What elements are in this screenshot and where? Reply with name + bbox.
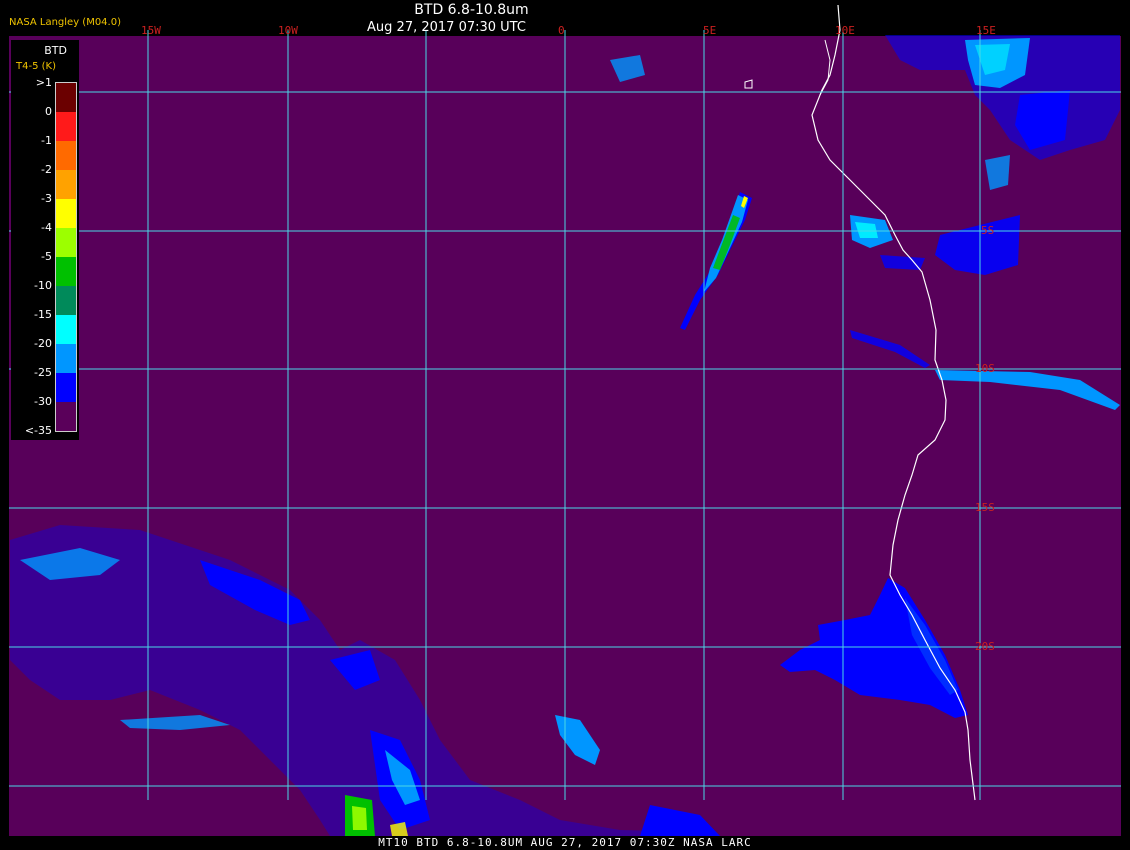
legend-subtitle: T4-5 (K) xyxy=(16,61,56,72)
legend-swatch xyxy=(56,199,76,228)
legend-label: -2 xyxy=(41,163,52,176)
footer-caption: MT10 BTD 6.8-10.8UM AUG 27, 2017 07:30Z … xyxy=(378,836,752,849)
lat-label-15s: 15S xyxy=(975,501,995,514)
lon-label-15e: 15E xyxy=(976,24,996,37)
legend-swatch xyxy=(56,83,76,112)
product-title: BTD 6.8-10.8um xyxy=(414,2,529,18)
legend-label: -20 xyxy=(34,337,52,350)
legend-swatch xyxy=(56,228,76,257)
legend-label: -5 xyxy=(41,250,52,263)
legend-label: -15 xyxy=(34,308,52,321)
legend-swatch xyxy=(56,344,76,373)
legend-label: -4 xyxy=(41,221,52,234)
legend-swatch xyxy=(56,112,76,141)
lat-label-5s: 5S xyxy=(981,224,994,237)
satellite-map: 15W 10W 0 5E 10E 15E 5S 10S 15S 20S xyxy=(9,4,1121,836)
color-legend: BTD T4-5 (K) >1 0 -1 -2 -3 -4 -5 -10 -15 -20 -25 -3… xyxy=(11,40,79,440)
legend-label: 0 xyxy=(45,105,52,118)
legend-swatch xyxy=(56,141,76,170)
legend-label: -25 xyxy=(34,366,52,379)
lat-label-10s: 10S xyxy=(975,362,995,375)
legend-swatch xyxy=(56,257,76,286)
timestamp: Aug 27, 2017 07:30 UTC xyxy=(367,20,526,35)
legend-label: -30 xyxy=(34,395,52,408)
legend-label: <-35 xyxy=(24,424,52,437)
legend-label: -3 xyxy=(41,192,52,205)
agency-label: NASA Langley (M04.0) xyxy=(9,17,121,28)
legend-label: -1 xyxy=(41,134,52,147)
legend-swatch xyxy=(56,373,76,402)
legend-swatch xyxy=(56,286,76,315)
legend-color-bar xyxy=(55,82,77,432)
legend-swatch xyxy=(56,170,76,199)
legend-label: -10 xyxy=(34,279,52,292)
legend-title: BTD xyxy=(44,44,67,57)
legend-swatch xyxy=(56,402,76,431)
lat-label-20s: 20S xyxy=(975,640,995,653)
legend-swatch xyxy=(56,315,76,344)
legend-label: >1 xyxy=(35,76,52,89)
